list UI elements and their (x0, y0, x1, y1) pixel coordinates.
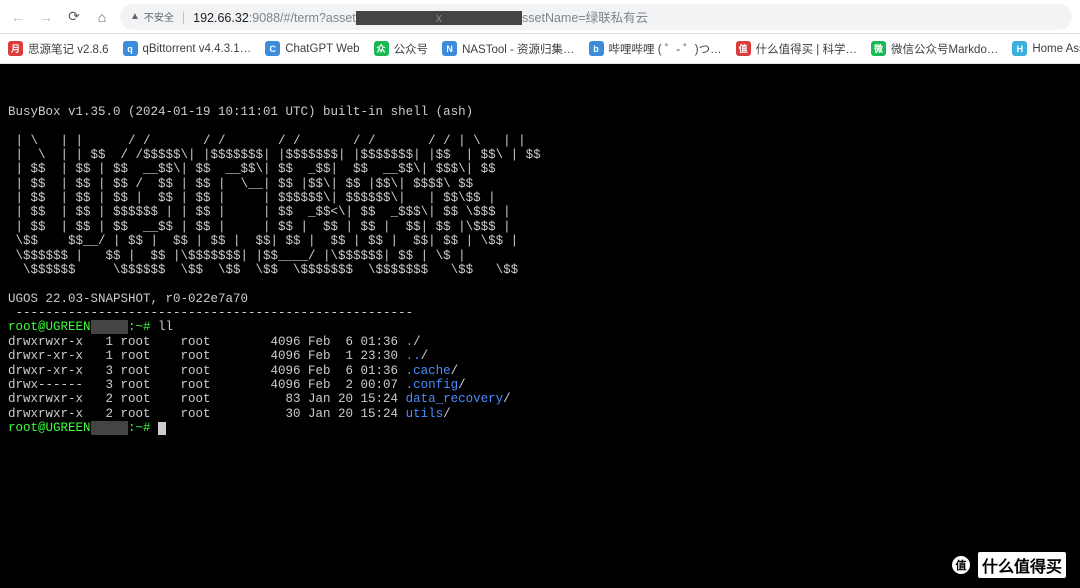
bookmark-label: ChatGPT Web (285, 43, 359, 55)
bookmark-item[interactable]: N NASTool - 资源归集… (442, 41, 574, 57)
bookmark-favicon: H (1012, 41, 1027, 56)
watermark-text: 什么值得买 (978, 552, 1066, 578)
bookmark-favicon: N (442, 41, 457, 56)
bookmark-label: 哔哩哔哩 ( ゜- ゜)つ… (609, 41, 722, 57)
bookmark-label: qBittorrent v4.4.3.1… (143, 43, 252, 55)
bookmark-favicon: 众 (374, 41, 389, 56)
bookmark-favicon: b (589, 41, 604, 56)
bookmark-item[interactable]: H Home Assistant (1012, 41, 1080, 56)
watermark: 值 什么值得买 (950, 552, 1066, 578)
watermark-icon: 值 (950, 554, 972, 576)
bookmark-favicon: 值 (736, 41, 751, 56)
bookmark-label: 思源笔记 v2.8.6 (28, 41, 109, 57)
bookmarks-bar: 月思源笔记 v2.8.6 q qBittorrent v4.4.3.1… C ChatG… (0, 34, 1080, 64)
bookmark-label: Home Assistant (1032, 43, 1080, 55)
url-text: 192.66.32:9088/#/term?assetxssetName=绿联私… (193, 7, 648, 26)
bookmark-item[interactable]: 月思源笔记 v2.8.6 (8, 41, 109, 57)
bookmark-item[interactable]: C ChatGPT Web (265, 41, 359, 56)
bookmark-item[interactable]: b 哔哩哔哩 ( ゜- ゜)つ… (589, 41, 722, 57)
terminal-cursor (158, 422, 166, 435)
bookmark-item[interactable]: 众公众号 (374, 41, 429, 57)
security-warning: ▲ 不安全 (130, 9, 174, 24)
reload-button[interactable]: ⟳ (64, 7, 84, 27)
security-warning-label: 不安全 (144, 9, 174, 24)
forward-button[interactable]: → (36, 7, 56, 27)
bookmark-item[interactable]: q qBittorrent v4.4.3.1… (123, 41, 252, 56)
bookmark-favicon: C (265, 41, 280, 56)
bookmark-label: 微信公众号Markdo… (891, 41, 998, 57)
url-input[interactable]: ▲ 不安全 | 192.66.32:9088/#/term?assetxsset… (120, 4, 1072, 30)
home-button[interactable]: ⌂ (92, 7, 112, 27)
bookmark-label: NASTool - 资源归集… (462, 41, 574, 57)
bookmark-item[interactable]: 值什么值得买 | 科学… (736, 41, 857, 57)
back-button[interactable]: ← (8, 7, 28, 27)
warning-icon: ▲ (130, 11, 140, 22)
browser-address-bar: ← → ⟳ ⌂ ▲ 不安全 | 192.66.32:9088/#/term?as… (0, 0, 1080, 34)
bookmark-favicon: q (123, 41, 138, 56)
bookmark-favicon: 月 (8, 41, 23, 56)
bookmark-item[interactable]: 微微信公众号Markdo… (871, 41, 998, 57)
url-separator: | (182, 10, 185, 24)
bookmark-favicon: 微 (871, 41, 886, 56)
bookmark-label: 公众号 (394, 41, 429, 57)
terminal[interactable]: BusyBox v1.35.0 (2024-01-19 10:11:01 UTC… (0, 64, 1080, 588)
bookmark-label: 什么值得买 | 科学… (756, 41, 857, 57)
